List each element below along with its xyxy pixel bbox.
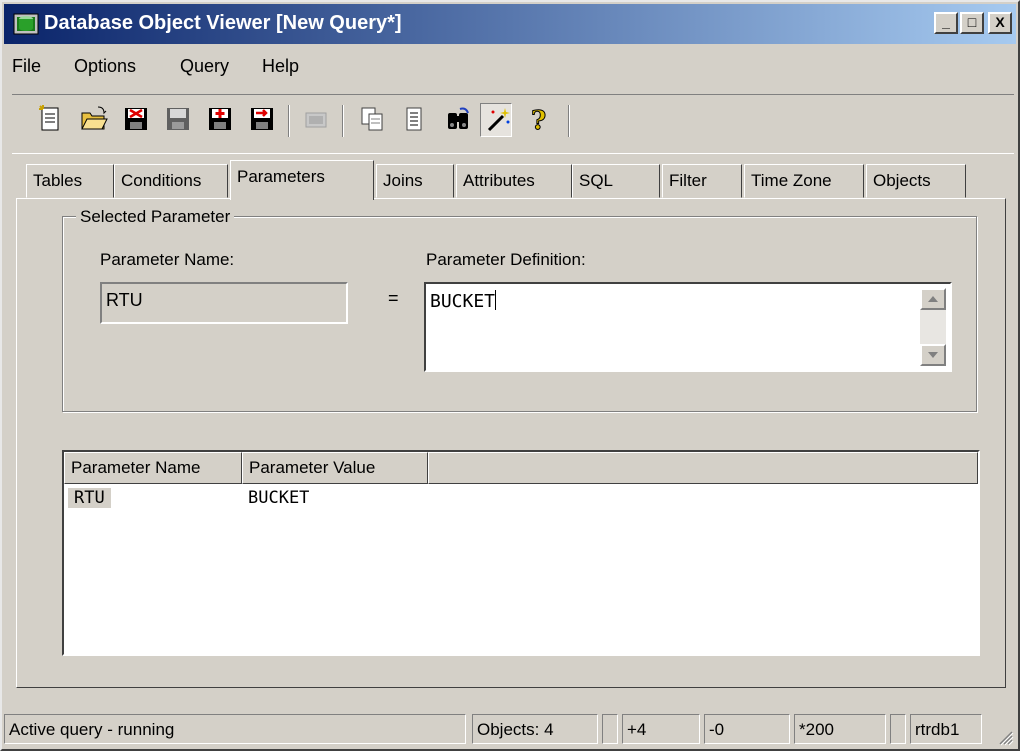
status-spacer [890, 714, 906, 744]
app-icon [13, 13, 39, 35]
tab-tables[interactable]: Tables [26, 164, 114, 198]
scroll-up-button[interactable] [920, 288, 946, 310]
open-icon[interactable] [78, 103, 110, 137]
new-query-icon[interactable] [34, 103, 66, 137]
scroll-down-button[interactable] [920, 344, 946, 366]
status-bar: Active query - running Objects: 4 +4 -0 … [4, 712, 1016, 748]
status-message: Active query - running [4, 714, 466, 744]
row-parameter-value: BUCKET [248, 488, 310, 508]
wizard-icon[interactable] [480, 103, 512, 137]
menu-query[interactable]: Query [180, 56, 229, 77]
delete-icon[interactable] [120, 103, 152, 137]
resize-grip-icon[interactable] [994, 726, 1014, 746]
menu-help[interactable]: Help [262, 56, 299, 77]
equals-sign: = [388, 288, 399, 308]
menu-options[interactable]: Options [74, 56, 136, 77]
column-header-empty [428, 452, 978, 484]
definition-scrollbar[interactable] [920, 288, 946, 366]
toolbar: ? [12, 94, 1014, 154]
save-as-icon[interactable] [246, 103, 278, 137]
tab-joins[interactable]: Joins [376, 164, 454, 198]
status-limit: *200 [794, 714, 886, 744]
svg-text:?: ? [531, 106, 546, 135]
column-header-parameter-value[interactable]: Parameter Value [242, 452, 428, 484]
title-bar[interactable]: Database Object Viewer [New Query*] _ □ … [4, 4, 1016, 44]
parameter-name-field: RTU [100, 282, 348, 324]
parameter-definition-input[interactable]: BUCKET [424, 282, 952, 372]
list-icon[interactable] [398, 103, 430, 137]
text-caret [495, 290, 497, 310]
parameter-name-label: Parameter Name: [100, 250, 235, 269]
status-spacer [602, 714, 618, 744]
tab-filter[interactable]: Filter [662, 164, 742, 198]
menu-file[interactable]: File [12, 56, 41, 77]
tab-strip: Tables Conditions Parameters Joins Attri… [16, 160, 1006, 200]
find-icon[interactable] [442, 103, 474, 137]
menu-bar: File Options Query Help [4, 52, 1016, 80]
table-row[interactable]: RTU BUCKET [64, 486, 978, 512]
save-icon[interactable] [162, 103, 194, 137]
tab-time-zone[interactable]: Time Zone [744, 164, 864, 198]
parameter-list[interactable]: Parameter Name Parameter Value RTU BUCKE… [62, 450, 980, 656]
maximize-button[interactable]: □ [960, 12, 984, 34]
tab-attributes[interactable]: Attributes [456, 164, 572, 198]
status-plus: +4 [622, 714, 700, 744]
status-objects: Objects: 4 [472, 714, 598, 744]
main-window: Database Object Viewer [New Query*] _ □ … [0, 0, 1020, 751]
toolbar-separator [568, 105, 570, 137]
arrow-down-icon [928, 352, 938, 358]
help-icon[interactable]: ? [522, 103, 554, 137]
tab-sql[interactable]: SQL [572, 164, 660, 198]
parameter-definition-label: Parameter Definition: [426, 250, 586, 269]
copy-icon[interactable] [356, 103, 388, 137]
status-minus: -0 [704, 714, 790, 744]
save-add-icon[interactable] [204, 103, 236, 137]
parameter-definition-text: BUCKET [430, 291, 496, 312]
toolbar-separator [342, 105, 344, 137]
column-header-parameter-name[interactable]: Parameter Name [64, 452, 242, 484]
toolbar-separator [288, 105, 290, 137]
arrow-up-icon [928, 296, 938, 302]
tab-objects[interactable]: Objects [866, 164, 966, 198]
group-title: Selected Parameter [76, 207, 235, 227]
status-database: rtrdb1 [910, 714, 982, 744]
disabled-icon[interactable] [300, 103, 332, 137]
row-parameter-name: RTU [68, 488, 111, 508]
window-title: Database Object Viewer [New Query*] [44, 12, 402, 34]
close-button[interactable]: X [988, 12, 1012, 34]
list-header: Parameter Name Parameter Value [64, 452, 978, 484]
minimize-button[interactable]: _ [934, 12, 958, 34]
tab-parameters[interactable]: Parameters [230, 160, 374, 200]
tab-conditions[interactable]: Conditions [114, 164, 228, 198]
